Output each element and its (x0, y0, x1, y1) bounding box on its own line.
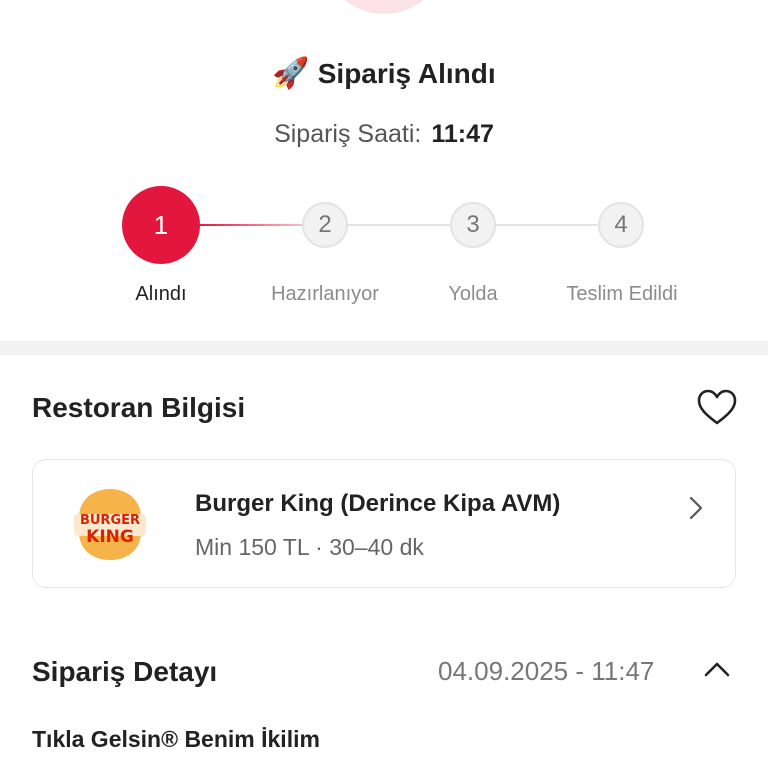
order-date: 04.09.2025 - 11:47 (438, 656, 655, 686)
order-time-label: Sipariş Saati: (274, 120, 422, 148)
step-connector-3 (495, 224, 601, 226)
order-time-value: 11:47 (431, 120, 494, 148)
step-connector-2 (347, 224, 453, 226)
restaurant-card[interactable]: BURGER KING Burger King (Derince Kipa AV… (32, 459, 736, 588)
order-status-title: 🚀 Sipariş Alındı (0, 58, 768, 90)
order-item-title: Tıkla Gelsin® Benim İkilim (32, 726, 320, 752)
order-time: Sipariş Saati: 11:47 (0, 120, 768, 149)
status-illustration-circle (322, 0, 446, 14)
restaurant-section-title: Restoran Bilgisi (32, 392, 246, 423)
step-4-circle: 4 (598, 202, 644, 248)
bk-logo-text-bottom: KING (86, 527, 134, 547)
chevron-up-icon[interactable] (704, 660, 730, 678)
step-2-label: Hazırlanıyor (271, 283, 379, 305)
section-divider (0, 341, 768, 355)
step-connector-1 (199, 224, 305, 226)
step-1-circle: 1 (122, 186, 200, 264)
rocket-icon: 🚀 (272, 57, 310, 90)
step-3-label: Yolda (448, 283, 498, 305)
restaurant-name: Burger King (Derince Kipa AVM) (195, 490, 561, 517)
step-4-label: Teslim Edildi (566, 283, 678, 305)
order-progress-stepper: 1 2 3 4 Alındı Hazırlanıyor Yolda Teslim… (0, 180, 768, 320)
status-title-text: Sipariş Alındı (317, 58, 496, 89)
heart-icon[interactable] (697, 389, 737, 427)
bk-logo-text-top: BURGER (80, 513, 140, 528)
step-3-circle: 3 (450, 202, 496, 248)
chevron-right-icon (689, 496, 703, 520)
burger-king-logo: BURGER KING (74, 489, 146, 560)
step-2-circle: 2 (302, 202, 348, 248)
order-detail-title: Sipariş Detayı (32, 656, 218, 687)
step-1-label: Alındı (135, 283, 187, 305)
restaurant-meta: Min 150 TL · 30–40 dk (195, 534, 424, 560)
